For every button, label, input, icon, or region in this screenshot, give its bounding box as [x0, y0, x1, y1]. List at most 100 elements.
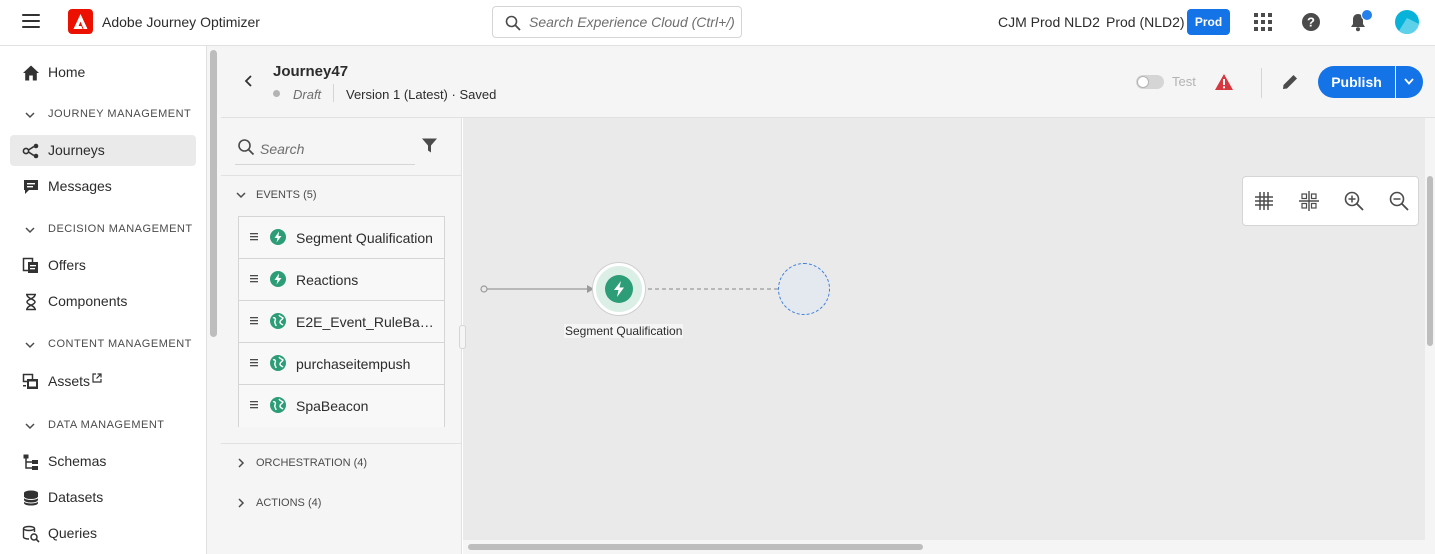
drag-handle-icon[interactable] [250, 400, 258, 409]
divider [333, 84, 334, 102]
nav-label-components: Components [48, 293, 128, 309]
chevron-right-icon [238, 458, 245, 468]
left-navigation: Home JOURNEY MANAGEMENT Journeys Message… [0, 46, 207, 554]
canvas-vertical-scrollbar[interactable] [1425, 118, 1435, 554]
test-mode-label: Test [1172, 74, 1196, 89]
publish-options-button[interactable] [1396, 66, 1423, 98]
back-arrow-icon[interactable] [243, 74, 255, 88]
drag-handle-icon[interactable] [250, 232, 258, 241]
sandbox-switcher[interactable]: Prod (NLD2) [1106, 14, 1185, 30]
lightning-icon [270, 271, 286, 287]
hamburger-menu-icon[interactable] [22, 14, 40, 30]
palette-event-item[interactable]: E2E_Event_RuleBased... [239, 301, 444, 343]
nav-label-queries: Queries [48, 525, 98, 541]
app-title[interactable]: Adobe Journey Optimizer [102, 14, 260, 30]
nav-item-schemas[interactable]: Schemas [10, 446, 196, 477]
journey-flow-icon [22, 143, 39, 159]
left-nav-scrollbar[interactable] [207, 46, 221, 554]
status-dot [273, 90, 280, 97]
event-label: E2E_Event_RuleBased... [296, 314, 436, 330]
help-icon[interactable]: ? [1300, 11, 1322, 33]
nav-item-components[interactable]: Components [10, 286, 196, 317]
alert-triangle-icon[interactable] [1214, 73, 1234, 91]
chevron-down-icon [25, 227, 35, 234]
journey-status: Draft [293, 87, 322, 102]
chevron-down-icon [236, 192, 246, 199]
scrollbar-thumb[interactable] [210, 50, 217, 337]
nav-label-messages: Messages [48, 178, 112, 194]
segment-qualification-node[interactable] [593, 263, 645, 315]
events-list: Segment Qualification Reactions E2E_Even… [238, 216, 445, 427]
drag-handle-icon[interactable] [250, 274, 258, 283]
external-link-icon [92, 373, 102, 383]
journey-title[interactable]: Journey47 [273, 63, 348, 80]
components-icon [26, 293, 36, 311]
nav-item-journeys[interactable]: Journeys [10, 135, 196, 166]
palette-event-item[interactable]: Reactions [239, 259, 444, 301]
database-icon [23, 490, 39, 506]
nav-section-label: JOURNEY MANAGEMENT [48, 108, 192, 120]
nav-section-label: CONTENT MANAGEMENT [48, 338, 192, 350]
org-switcher[interactable]: CJM Prod NLD2 [998, 14, 1100, 30]
palette-search-placeholder: Search [260, 141, 305, 157]
search-icon [238, 139, 255, 156]
drag-handle-icon[interactable] [250, 358, 258, 367]
test-mode-toggle[interactable] [1136, 75, 1164, 89]
offers-icon [22, 257, 38, 273]
zoom-in-icon[interactable] [1343, 190, 1367, 214]
zoom-out-icon[interactable] [1388, 190, 1412, 214]
panel-resize-handle[interactable] [459, 325, 466, 349]
event-label: Reactions [296, 272, 359, 288]
nav-label-offers: Offers [48, 257, 86, 273]
globe-icon [270, 355, 286, 371]
filter-icon[interactable] [421, 137, 438, 154]
edit-pencil-icon[interactable] [1281, 73, 1299, 91]
empty-activity-placeholder[interactable] [778, 263, 830, 315]
category-label: ORCHESTRATION (4) [256, 457, 368, 469]
assets-icon [22, 373, 38, 389]
nav-section-label: DATA MANAGEMENT [48, 419, 165, 431]
journey-version: Version 1 (Latest) · Saved [346, 87, 497, 102]
nav-item-queries[interactable]: Queries [10, 518, 196, 549]
canvas-horizontal-scrollbar[interactable] [463, 540, 1425, 554]
nav-label-datasets: Datasets [48, 489, 104, 505]
svg-text:?: ? [1307, 15, 1315, 30]
palette-event-item[interactable]: purchaseitempush [239, 343, 444, 385]
align-center-icon[interactable] [1298, 190, 1322, 214]
scrollbar-thumb[interactable] [1427, 176, 1433, 346]
adobe-logo-icon[interactable] [68, 9, 93, 34]
top-bar: Adobe Journey Optimizer Search Experienc… [0, 0, 1435, 46]
palette-event-item[interactable]: Segment Qualification [239, 217, 444, 259]
node-label: Segment Qualification [564, 324, 684, 338]
event-label: purchaseitempush [296, 356, 411, 372]
chevron-down-icon [25, 423, 35, 430]
user-avatar[interactable] [1395, 10, 1419, 34]
globe-icon [270, 313, 286, 329]
publish-button[interactable]: Publish [1318, 66, 1395, 98]
palette-search-input[interactable]: Search [235, 131, 415, 165]
nav-item-messages[interactable]: Messages [10, 171, 196, 202]
palette-event-item[interactable]: SpaBeacon [239, 385, 444, 427]
chevron-down-icon [25, 342, 35, 349]
divider [1261, 68, 1262, 98]
schema-icon [23, 454, 38, 470]
sandbox-badge[interactable]: Prod [1187, 9, 1230, 35]
grid-icon[interactable] [1253, 190, 1277, 214]
nav-item-home[interactable]: Home [10, 57, 196, 88]
activity-palette: Search EVENTS (5) Segment Qualification … [221, 118, 462, 554]
apps-grid-icon[interactable] [1252, 11, 1274, 33]
scrollbar-thumb[interactable] [468, 544, 923, 550]
nav-item-datasets[interactable]: Datasets [10, 482, 196, 513]
event-label: Segment Qualification [296, 230, 433, 246]
home-icon [23, 65, 39, 81]
search-icon [505, 15, 521, 31]
global-search-placeholder: Search Experience Cloud (Ctrl+/) [529, 14, 735, 30]
nav-item-offers[interactable]: Offers [10, 250, 196, 281]
global-search-input[interactable]: Search Experience Cloud (Ctrl+/) [492, 6, 742, 38]
nav-label-assets-text: Assets [48, 373, 91, 389]
drag-handle-icon[interactable] [250, 316, 258, 325]
nav-label-home: Home [48, 64, 86, 80]
query-icon [22, 525, 40, 543]
chevron-down-icon [25, 112, 35, 119]
nav-item-assets[interactable]: Assets [10, 366, 196, 397]
